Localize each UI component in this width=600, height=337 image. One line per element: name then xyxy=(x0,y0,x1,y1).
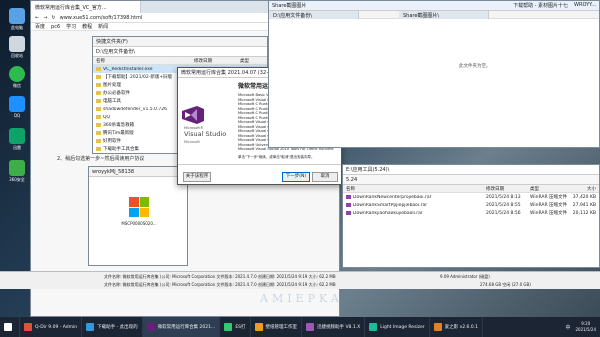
right-fm-sub: 5.24 xyxy=(343,175,599,185)
folder-icon xyxy=(96,147,101,151)
taskbar-item[interactable]: Light Image Resizer xyxy=(365,317,430,337)
visual-studio-logo-icon xyxy=(182,106,204,124)
recycle-bin-icon xyxy=(9,36,25,52)
status-bar: 文件名称: 微软常用运行库合集 (公司: Microsoft Corporati… xyxy=(0,271,600,289)
taskbar-item[interactable]: 壁纸管理工作室 xyxy=(251,317,303,337)
video-icon xyxy=(306,323,315,331)
installer-icon-label: MSCP0000S020... xyxy=(121,221,157,226)
system-tray: 中 9:20 2021/5/24 xyxy=(565,321,600,333)
bookmark[interactable]: 学习 xyxy=(66,23,76,30)
app-icon xyxy=(224,323,233,331)
clock[interactable]: 9:20 2021/5/24 xyxy=(575,321,596,333)
taskbar-item[interactable]: 迅捷视频助手 V8.1.X xyxy=(302,317,366,337)
taskbar-item[interactable]: Q-Dir 9.09 - Admin xyxy=(20,317,83,337)
table-row[interactable]: DownRankNewcenterprojiebaoi.rar 2021/5/24… xyxy=(343,193,599,201)
rar-file-icon xyxy=(346,195,351,199)
cancel-button[interactable]: 取消 xyxy=(312,172,338,182)
bookmark[interactable]: 教程 xyxy=(82,23,92,30)
start-button[interactable] xyxy=(0,317,20,337)
desktop-icon-qq[interactable]: QQ xyxy=(2,96,32,118)
tab-right[interactable]: Share截图图片\ xyxy=(399,11,489,19)
rar-file-icon xyxy=(346,211,351,215)
next-button[interactable]: 下一步(N) xyxy=(282,172,310,182)
image-resizer-icon xyxy=(369,323,378,331)
installer-icon xyxy=(146,323,155,331)
right-top-tabs: D:\应用文件备份\ Share截图图片\ xyxy=(269,11,599,19)
article-step-text: 2、稍后勾选第一步~然后阅读用户协议 xyxy=(57,156,145,162)
wechat-icon xyxy=(9,66,25,82)
taskbar-item[interactable]: 下载助手 - 此出现的 xyxy=(82,317,143,337)
bookmark[interactable]: 百度 xyxy=(35,23,45,30)
download-icon xyxy=(86,323,95,331)
taskbar-item[interactable]: 微软常用运行库合集 2021... xyxy=(142,317,221,337)
wallpaper-watermark: AMIEPKA xyxy=(260,292,343,305)
folder-icon xyxy=(96,131,101,135)
folder-icon xyxy=(96,83,101,87)
wallpaper-icon xyxy=(254,323,263,331)
dialog-footer-text: 单击"下一步"继续，或单击"取消"退出安装向导。 xyxy=(238,155,315,159)
url-text[interactable]: www.xue51.com/soft/17398.html xyxy=(60,15,143,21)
language-indicator[interactable]: 中 xyxy=(565,324,570,331)
folder-icon xyxy=(96,67,101,71)
right-top-titlebar: Share截图图片 下载帮助 - 素材图片十七 WROYY... xyxy=(269,1,599,11)
bookmark[interactable]: 新闻 xyxy=(98,23,108,30)
qq-icon xyxy=(9,96,25,112)
small-file-window: wroyykMj_58138 MSCP0000S020... xyxy=(88,166,188,266)
left-fm-path[interactable]: D:\应用文件备份\ xyxy=(93,47,267,57)
right-file-manager: E:\应用工具(5.24)\ 5.24 名称 修改日期 类型 大小 DownRa… xyxy=(342,164,600,268)
windows-start-icon xyxy=(4,323,12,331)
forward-icon[interactable]: → xyxy=(43,15,47,21)
qdir-icon xyxy=(24,323,32,331)
folder-icon xyxy=(96,107,101,111)
divider xyxy=(178,164,341,165)
table-row[interactable]: DownRankSmartPpjiepjiebaoi.rar 2021/5/24 … xyxy=(343,201,599,209)
shield-icon xyxy=(9,160,25,176)
taskbar-item[interactable]: ES打 xyxy=(220,317,251,337)
right-fm-path[interactable]: E:\应用工具(5.24)\ xyxy=(343,165,599,175)
folder-icon xyxy=(96,75,101,79)
desktop-icon-recycle[interactable]: 回收站 xyxy=(2,36,32,59)
taskbar-item[interactable]: 爱之影 v2.6.0.1 xyxy=(430,317,483,337)
right-fm-list: DownRankNewcenterprojiebaoi.rar 2021/5/24… xyxy=(343,193,599,217)
desktop-icon-wechat[interactable]: 微信 xyxy=(2,66,32,89)
left-fm-toolbar: 快捷文件夹(F) xyxy=(93,37,267,47)
table-row[interactable]: DownRankjiaohaokujiebaoli.rar 2021/5/24 8… xyxy=(343,209,599,217)
folder-icon xyxy=(96,115,101,119)
vs-banner: Microsoft® Visual Studio Microsoft xyxy=(178,78,236,162)
folder-icon xyxy=(96,123,101,127)
browser-tab[interactable]: 微软常用运行库合集_VC_官方... xyxy=(31,1,141,13)
tab-left[interactable]: D:\应用文件备份\ xyxy=(269,11,359,19)
desktop-icon-360[interactable]: 360安全 xyxy=(2,160,32,183)
taskbar: Q-Dir 9.09 - Admin 下载助手 - 此出现的 微软常用运行库合集… xyxy=(0,317,600,337)
desktop-icon-thunder[interactable]: 迅雷 xyxy=(2,128,32,151)
app-icon xyxy=(433,323,442,331)
empty-folder-text: 此文件夹为空。 xyxy=(459,64,491,69)
right-top-window: Share截图图片 下载帮助 - 素材图片十七 WROYY... D:\应用文件备… xyxy=(268,0,600,148)
folder-icon xyxy=(96,99,101,103)
computer-icon xyxy=(9,8,25,24)
bookmark[interactable]: pc6 xyxy=(51,24,60,30)
right-fm-header: 名称 修改日期 类型 大小 xyxy=(343,185,599,193)
left-fm-header: 名称 修改日期 类型 xyxy=(93,57,267,65)
about-button[interactable]: 关于该程序 xyxy=(183,172,211,182)
folder-icon xyxy=(96,139,101,143)
folder-icon xyxy=(96,91,101,95)
thunder-icon xyxy=(9,128,25,144)
small-window-titlebar: wroyykMj_58138 xyxy=(89,167,187,177)
windows-installer-icon[interactable] xyxy=(129,197,149,217)
visual-studio-wordmark: Visual Studio xyxy=(184,130,227,138)
desktop-icon-computer[interactable]: 此电脑 xyxy=(2,8,32,31)
rar-file-icon xyxy=(346,203,351,207)
back-icon[interactable]: ← xyxy=(35,15,39,21)
reload-icon[interactable]: ↻ xyxy=(51,15,55,21)
